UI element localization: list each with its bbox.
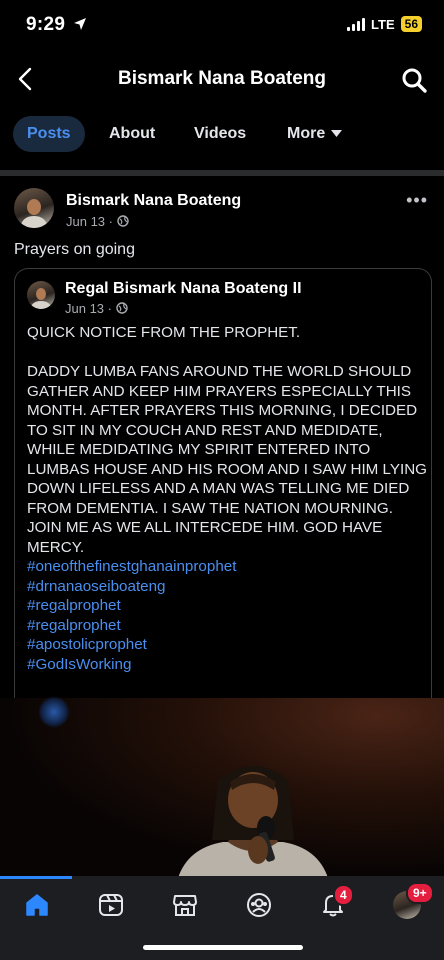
home-icon <box>26 894 48 916</box>
search-button[interactable] <box>400 66 428 94</box>
status-time: 9:29 <box>26 14 87 36</box>
globe-icon <box>115 302 128 314</box>
hashtag-link[interactable]: #regalprophet <box>27 616 427 636</box>
post-date: Jun 13 · <box>66 214 129 229</box>
globe-icon <box>116 215 129 227</box>
post-author[interactable]: Bismark Nana Boateng <box>66 192 241 210</box>
hashtag-link[interactable]: #GodIsWorking <box>27 655 427 675</box>
page-title: Bismark Nana Boateng <box>117 68 326 89</box>
battery-level: 56 <box>400 16 422 32</box>
search-icon <box>402 68 427 93</box>
tab-more-label: More <box>287 125 326 142</box>
groups-icon <box>247 893 271 917</box>
notice-text: DADDY LUMBA FANS AROUND THE WORLD SHOULD… <box>27 363 427 556</box>
hashtag-link[interactable]: #regalprophet <box>27 596 427 616</box>
nav-home[interactable] <box>22 890 52 920</box>
more-options-button[interactable]: ••• <box>406 190 428 211</box>
tab-more[interactable]: More <box>287 116 343 152</box>
notifications-badge: 4 <box>333 884 354 906</box>
post-text: Prayers on going <box>14 241 135 258</box>
video-icon <box>99 894 123 916</box>
hashtag-link[interactable]: #apostolicprophet <box>27 635 427 655</box>
location-arrow-icon <box>73 18 86 30</box>
hashtag-link[interactable]: #oneofthefinestghanainprophet <box>27 557 427 577</box>
shared-post-date-text: Jun 13 · <box>65 301 116 316</box>
tab-posts[interactable]: Posts <box>13 116 85 152</box>
post-date-text: Jun 13 · <box>66 214 117 229</box>
singer-photo <box>178 766 328 878</box>
tab-about[interactable]: About <box>109 116 155 152</box>
shared-post-author[interactable]: Regal Bismark Nana Boateng II <box>65 280 302 298</box>
section-divider <box>0 170 444 176</box>
home-indicator <box>143 945 303 950</box>
active-tab-indicator <box>0 876 72 879</box>
profile-photo-icon <box>30 288 52 309</box>
hashtag-link[interactable]: #drnanaoseiboateng <box>27 577 427 597</box>
profile-photo-icon <box>20 199 48 228</box>
shared-avatar[interactable] <box>27 281 55 309</box>
shared-post-body: QUICK NOTICE FROM THE PROPHET. DADDY LUM… <box>27 323 427 674</box>
shared-post-date: Jun 13 · <box>65 301 128 316</box>
status-indicators: LTE 56 <box>347 16 422 32</box>
avatar[interactable] <box>14 188 54 228</box>
nav-marketplace[interactable] <box>170 890 200 920</box>
signal-icon <box>347 17 366 31</box>
menu-badge: 9+ <box>406 882 434 904</box>
tab-videos[interactable]: Videos <box>194 116 246 152</box>
marketplace-icon <box>173 895 197 916</box>
nav-groups[interactable] <box>244 890 274 920</box>
notice-heading: QUICK NOTICE FROM THE PROPHET. <box>27 324 301 341</box>
caret-down-icon <box>331 130 343 137</box>
network-label: LTE <box>371 16 395 32</box>
nav-video[interactable] <box>96 890 126 920</box>
stage-light <box>38 696 70 728</box>
